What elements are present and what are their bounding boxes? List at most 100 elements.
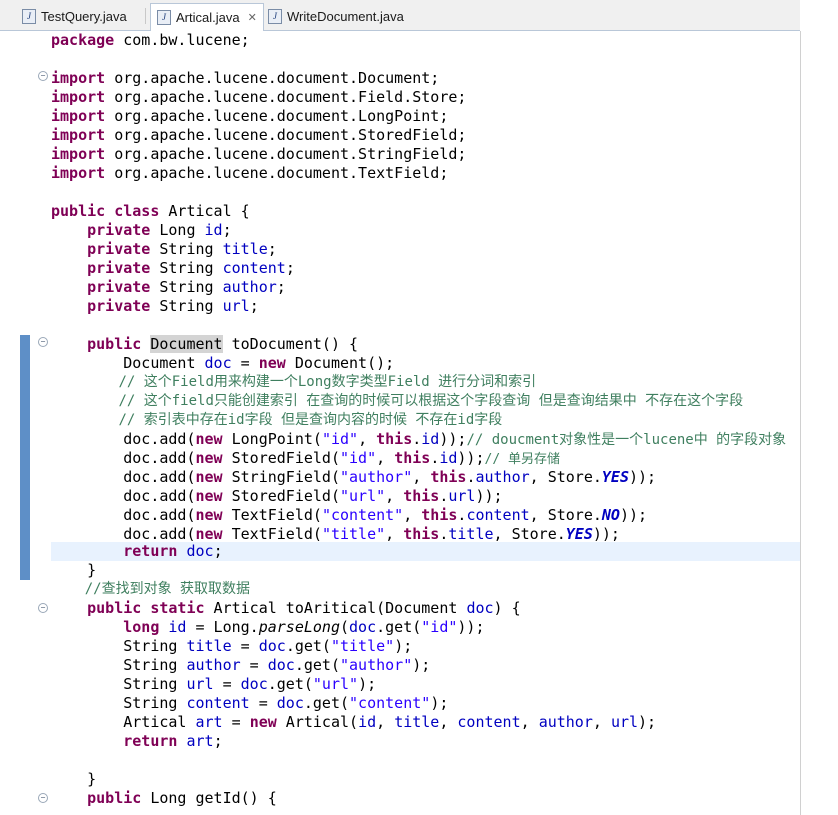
- variable: id: [168, 618, 187, 636]
- keyword: return: [123, 732, 178, 750]
- code-line-import: import org.apache.lucene.document.TextFi…: [51, 164, 448, 183]
- keyword: private: [87, 259, 151, 277]
- keyword: private: [87, 278, 151, 296]
- fold-collapse-icon[interactable]: −: [38, 793, 48, 803]
- code-text: ));: [439, 430, 467, 448]
- tab-label: TestQuery.java: [41, 8, 127, 24]
- fold-collapse-icon[interactable]: −: [38, 603, 48, 613]
- code-text: ));: [457, 618, 485, 636]
- field-name: url: [448, 487, 476, 505]
- keyword: private: [87, 221, 151, 239]
- code-text: ;: [213, 732, 223, 750]
- tab-writedocument[interactable]: J WriteDocument.java: [268, 4, 404, 28]
- field-name: id: [439, 449, 458, 467]
- code-text: doc: [123, 487, 151, 505]
- code-text: doc: [123, 525, 151, 543]
- code-text: );: [638, 713, 657, 731]
- keyword: this: [403, 525, 440, 543]
- code-text: ,: [592, 713, 611, 731]
- code-text: doc: [123, 506, 151, 524]
- string-literal: "id": [340, 449, 377, 467]
- field-name: url: [222, 297, 250, 315]
- code-line-import: import org.apache.lucene.document.LongPo…: [51, 107, 448, 126]
- keyword: new: [195, 468, 223, 486]
- tab-testquery[interactable]: J TestQuery.java: [22, 4, 127, 28]
- keyword: this: [376, 430, 413, 448]
- code-text: .get(: [376, 618, 422, 636]
- code-line-field: private String author;: [87, 278, 286, 296]
- keyword: new: [195, 487, 223, 505]
- field-name: author: [475, 468, 530, 486]
- string-literal: "title": [321, 525, 386, 543]
- code-line-field: private String url;: [87, 297, 259, 315]
- code-text: (: [340, 618, 350, 636]
- string-literal: "id": [421, 618, 458, 636]
- code-line-field: private Long id;: [87, 221, 232, 239]
- code-line-method-signature: public static Artical toAritical(Documen…: [51, 599, 521, 618]
- keyword: new: [195, 525, 223, 543]
- code-text: String: [150, 297, 223, 315]
- code-line: doc.add(new LongPoint("id", this.id));//…: [51, 430, 786, 449]
- code-text: StringField(: [222, 468, 340, 486]
- code-text: Long getId() {: [141, 789, 277, 807]
- comment-text: // doucment对象性是一个lucene中 的字段对象: [466, 432, 787, 448]
- variable: content: [186, 694, 250, 712]
- code-text: ,: [376, 449, 395, 467]
- code-text: String: [150, 240, 223, 258]
- keyword: public: [87, 789, 142, 807]
- keyword: new: [249, 713, 277, 731]
- code-line: doc.add(new StoredField("url", this.url)…: [51, 487, 503, 506]
- code-text: ,: [385, 525, 404, 543]
- code-text: org.apache.lucene.document.Document;: [105, 69, 440, 87]
- code-text: Artical toAritical(Document: [204, 599, 467, 617]
- code-line: String title = doc.get("title");: [51, 637, 412, 656]
- code-line-import: import org.apache.lucene.document.Docume…: [51, 69, 439, 88]
- fold-collapse-icon[interactable]: −: [38, 71, 48, 81]
- code-editor[interactable]: − − − − package com.bw.lucene; import or…: [0, 31, 801, 815]
- code-text: StoredField(: [222, 449, 340, 467]
- code-text: String: [123, 694, 187, 712]
- code-text: .get(: [267, 675, 313, 693]
- fold-collapse-icon[interactable]: −: [38, 337, 48, 347]
- keyword: return: [123, 542, 178, 560]
- code-text: Artical {: [159, 202, 250, 220]
- variable: author: [538, 713, 593, 731]
- variable: title: [394, 713, 440, 731]
- code-comment: // 索引表中存在id字段 但是查询内容的时候 不存在id字段: [51, 411, 502, 430]
- code-line: Artical art = new Artical(id, title, con…: [51, 713, 656, 732]
- tab-artical[interactable]: J Artical.java ✕: [150, 3, 264, 31]
- code-text: =: [249, 694, 277, 712]
- variable: doc: [240, 675, 268, 693]
- code-line: doc.add(new TextField("content", this.co…: [51, 506, 647, 525]
- variable: doc: [466, 599, 494, 617]
- code-text: = Long.: [186, 618, 259, 636]
- code-line-class: public class Artical {: [51, 202, 250, 221]
- code-text: String: [150, 278, 223, 296]
- code-line: String content = doc.get("content");: [51, 694, 448, 713]
- keyword: public class: [51, 202, 160, 220]
- code-text: , Store.: [493, 525, 566, 543]
- code-text: Document: [123, 354, 205, 372]
- code-text: Artical: [123, 713, 196, 731]
- code-text: ) {: [493, 599, 521, 617]
- keyword: import: [51, 145, 106, 163]
- string-literal: "id": [321, 430, 359, 448]
- code-text: .get(: [285, 637, 331, 655]
- variable: doc: [258, 637, 286, 655]
- keyword: package: [51, 31, 115, 49]
- code-text: .add(: [150, 525, 196, 543]
- variable: url: [186, 675, 214, 693]
- close-tab-icon[interactable]: ✕: [248, 11, 257, 24]
- code-text: com.bw.lucene;: [114, 31, 250, 49]
- code-comment: // 这个Field用来构建一个Long数字类型Field 进行分词和索引: [51, 373, 536, 392]
- code-text: =: [231, 637, 259, 655]
- variable: doc: [267, 656, 295, 674]
- field-name: content: [466, 506, 530, 524]
- code-text: ,: [358, 430, 377, 448]
- code-text: StoredField(: [222, 487, 340, 505]
- keyword: private: [87, 297, 151, 315]
- code-text: ,: [412, 468, 431, 486]
- code-text: ));: [475, 487, 503, 505]
- code-text: TextField(: [222, 525, 322, 543]
